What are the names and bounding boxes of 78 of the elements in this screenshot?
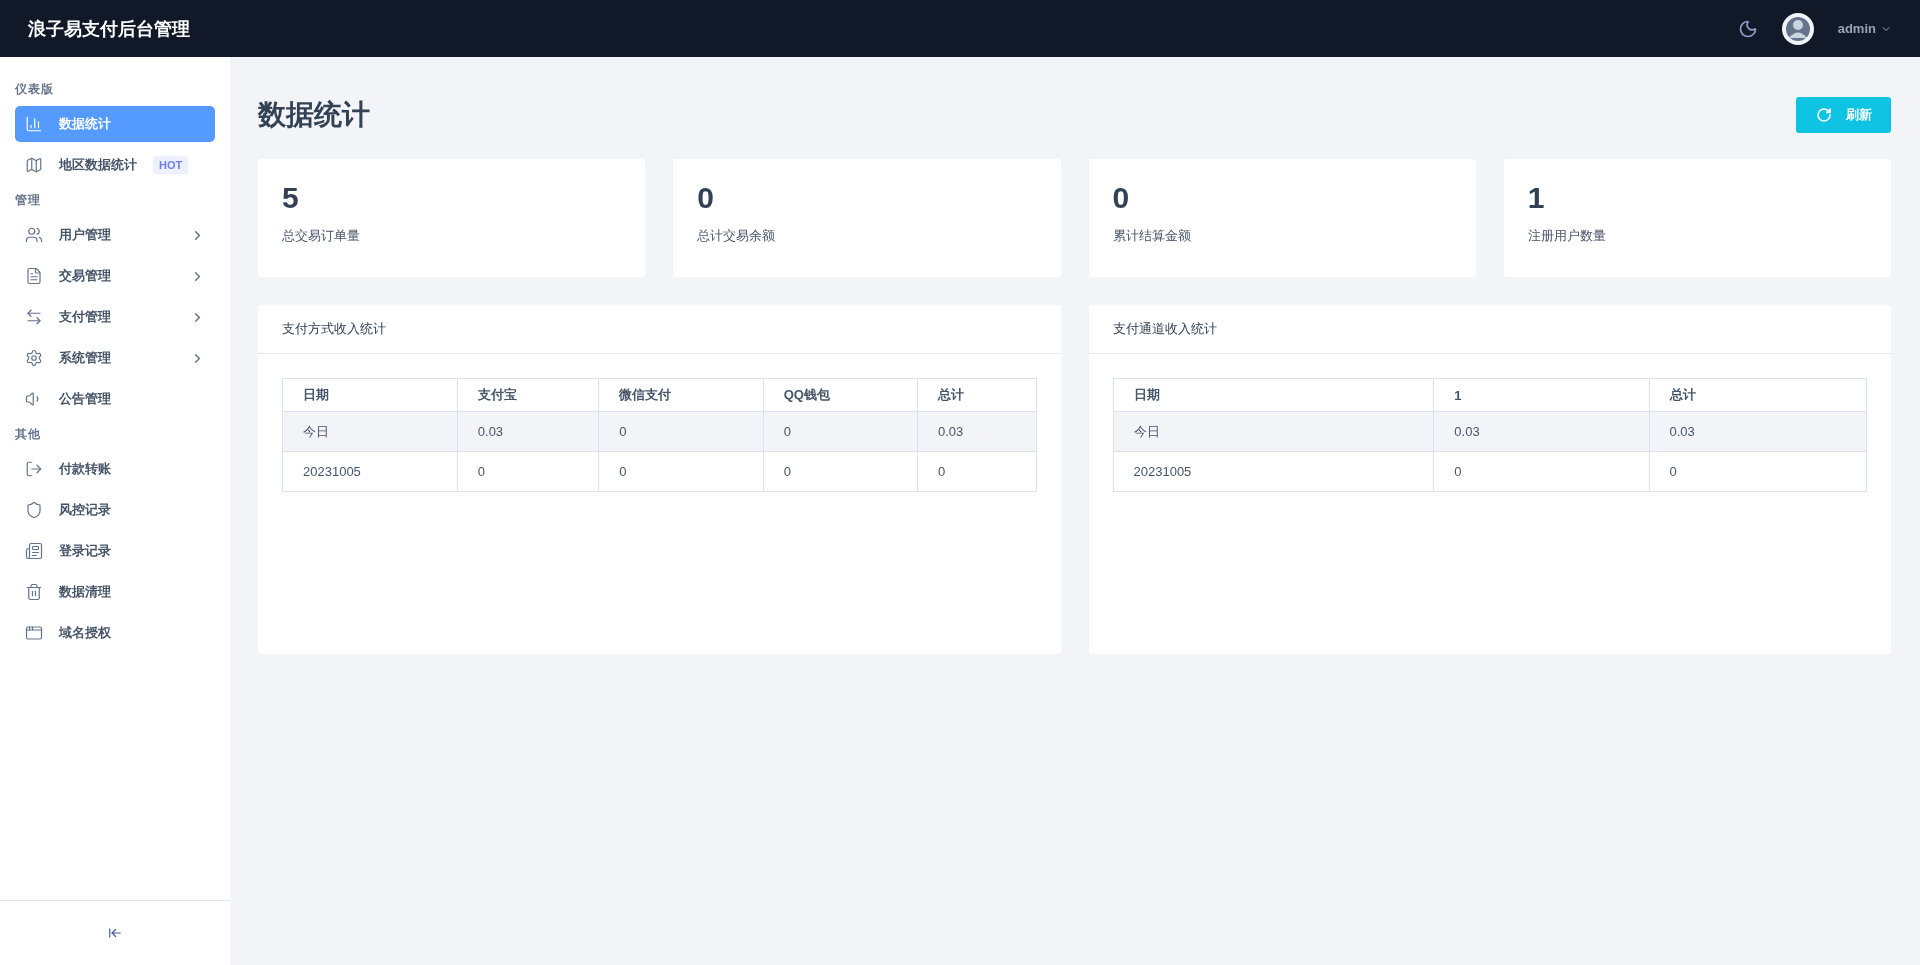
sidebar-item[interactable]: 支付管理	[15, 299, 215, 335]
table-cell: 0	[598, 451, 764, 492]
stat-label: 注册用户数量	[1527, 227, 1607, 245]
sidebar-item[interactable]: 域名授权	[15, 615, 215, 651]
table-cell: 20231005	[282, 451, 458, 492]
item-label: 公告管理	[59, 390, 111, 408]
page-title: 数据统计	[258, 98, 370, 132]
users-icon	[25, 226, 43, 244]
stat-label: 总计交易余额	[697, 227, 777, 245]
stat-value: 0	[697, 181, 715, 215]
window-icon	[25, 624, 43, 642]
table-cell: 0	[763, 451, 918, 492]
item-label: 支付管理	[59, 308, 111, 326]
shield-icon	[25, 501, 43, 519]
table-cell: 0	[917, 451, 1036, 492]
stat-value: 1	[1527, 181, 1546, 215]
trash-icon	[25, 583, 43, 601]
stat-value: 5	[282, 181, 300, 215]
sidebar-item[interactable]: 风控记录	[15, 492, 215, 528]
table-cell: 0.03	[1433, 411, 1650, 452]
item-label: 用户管理	[59, 226, 111, 244]
collapse-icon[interactable]	[108, 926, 122, 940]
table-cell: 0	[598, 411, 764, 452]
table-cell: 0	[457, 451, 599, 492]
sidebar-item[interactable]: 公告管理	[15, 381, 215, 417]
column-header: 总计	[1649, 378, 1867, 412]
table-cell: 0	[1649, 451, 1867, 492]
item-label: 数据清理	[59, 583, 111, 601]
item-label: 风控记录	[59, 501, 111, 519]
sidebar-item[interactable]: 数据清理	[15, 574, 215, 610]
newspaper-icon	[25, 542, 43, 560]
table-cell: 今日	[282, 411, 458, 452]
column-header: 日期	[282, 378, 458, 412]
item-label: 系统管理	[59, 349, 111, 367]
section-heading: 仪表版	[15, 81, 55, 98]
sidebar-item[interactable]: 付款转账	[15, 451, 215, 487]
section-heading: 其他	[15, 426, 42, 443]
table-cell: 今日	[1113, 411, 1434, 452]
column-header: QQ钱包	[763, 378, 918, 412]
panel-title: 支付通道收入统计	[1088, 305, 1891, 354]
table-cell: 0.03	[917, 411, 1036, 452]
item-label: 登录记录	[59, 542, 111, 560]
hot-badge: HOT	[153, 156, 189, 174]
table-cell: 0.03	[1649, 411, 1867, 452]
item-label: 付款转账	[59, 460, 111, 478]
moon-icon[interactable]	[1737, 18, 1758, 39]
document-icon	[25, 267, 43, 285]
column-header: 微信支付	[598, 378, 764, 412]
bar-chart-icon	[25, 115, 43, 133]
refresh-icon	[1815, 107, 1832, 123]
table-cell: 20231005	[1113, 451, 1434, 492]
sidebar-item[interactable]: 用户管理	[15, 217, 215, 253]
item-label: 地区数据统计	[59, 156, 137, 174]
item-label: 域名授权	[59, 624, 111, 642]
stat-value: 0	[1112, 181, 1131, 215]
swap-arrows-icon	[25, 308, 43, 326]
avatar[interactable]	[1781, 12, 1814, 45]
column-header: 日期	[1113, 378, 1434, 412]
sidebar-item[interactable]: 系统管理	[15, 340, 215, 376]
stat-label: 总交易订单量	[282, 227, 361, 245]
user-menu[interactable]: admin	[1837, 21, 1892, 36]
section-heading: 管理	[15, 192, 42, 209]
map-icon	[25, 156, 43, 174]
app-title: 浪子易支付后台管理	[28, 17, 191, 41]
table-cell: 0.03	[457, 411, 599, 452]
item-label: 交易管理	[59, 267, 111, 285]
column-header: 支付宝	[457, 378, 599, 412]
column-header: 1	[1433, 378, 1650, 412]
column-header: 总计	[917, 378, 1036, 412]
table-cell: 0	[1433, 451, 1650, 492]
table-cell: 0	[763, 411, 918, 452]
stat-label: 累计结算金额	[1112, 227, 1192, 245]
sidebar-item[interactable]: 登录记录	[15, 533, 215, 569]
sidebar-item[interactable]: 交易管理	[15, 258, 215, 294]
gear-icon	[25, 349, 43, 367]
panel-title: 支付方式收入统计	[258, 305, 1061, 354]
item-label: 数据统计	[59, 115, 111, 133]
sidebar-item[interactable]: 地区数据统计 HOT	[15, 147, 215, 183]
